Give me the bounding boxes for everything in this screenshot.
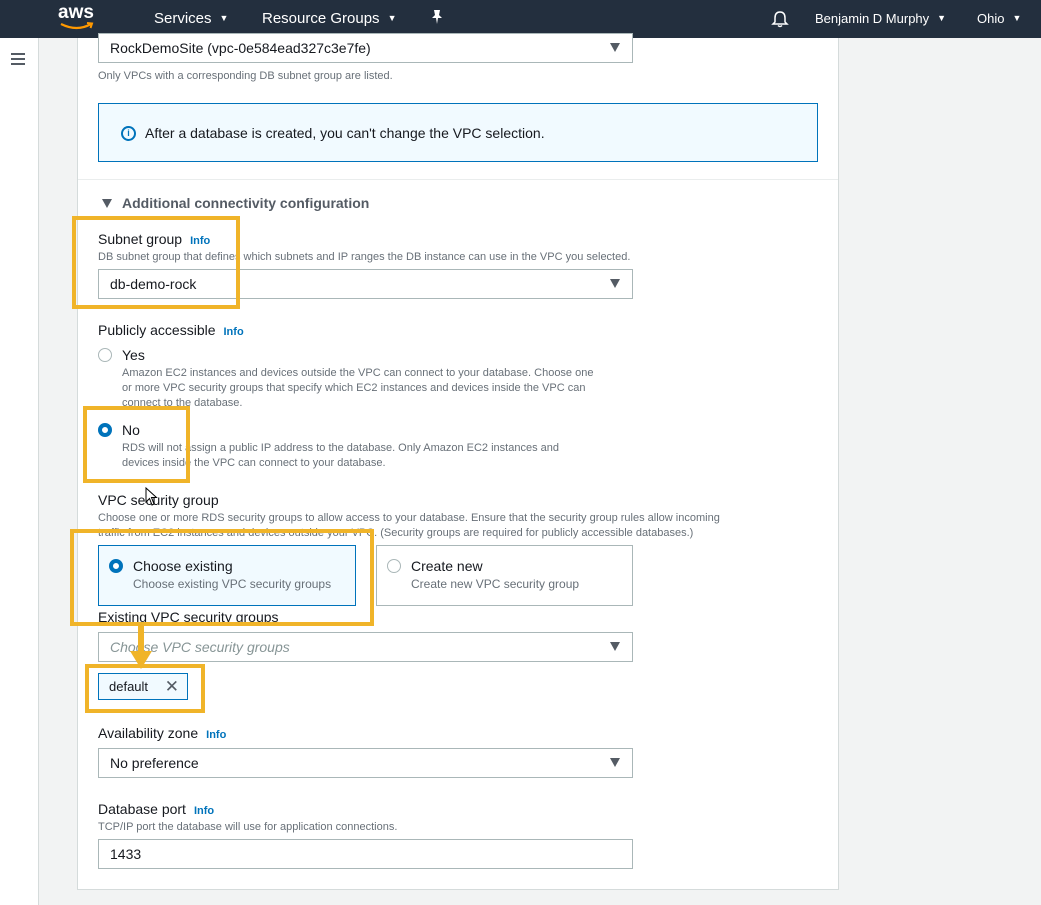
chevron-down-icon: ▼ xyxy=(937,13,947,23)
aws-smile-icon xyxy=(60,22,94,30)
availability-zone-value: No preference xyxy=(110,755,199,771)
database-port-value: 1433 xyxy=(110,846,142,862)
section-divider xyxy=(78,179,838,180)
vpc-select-value: RockDemoSite (vpc-0e584ead327c3e7fe) xyxy=(110,40,371,56)
subnet-group-info-link[interactable]: Info xyxy=(190,235,210,247)
info-circle-icon: i xyxy=(121,126,136,141)
public-yes-desc-line-3: connect to the database. xyxy=(122,397,243,409)
choose-existing-radio[interactable] xyxy=(109,559,123,573)
database-port-input[interactable]: 1433 xyxy=(98,839,633,869)
close-icon[interactable]: ✕ xyxy=(165,677,179,697)
vpc-help-text: Only VPCs with a corresponding DB subnet… xyxy=(98,70,393,82)
user-name: Benjamin D Murphy xyxy=(815,11,930,26)
aws-logo[interactable]: aws xyxy=(58,2,104,33)
choose-existing-title: Choose existing xyxy=(133,558,233,574)
vpc-security-group-help-line-2: traffic from EC2 instances and devices o… xyxy=(98,527,694,539)
availability-zone-label: Availability zone Info xyxy=(98,725,226,741)
public-yes-radio[interactable] xyxy=(98,348,112,362)
publicly-accessible-info-link[interactable]: Info xyxy=(224,326,244,338)
mouse-cursor-icon xyxy=(145,487,158,506)
database-port-info-link[interactable]: Info xyxy=(194,805,214,817)
arrow-down-icon xyxy=(130,625,152,669)
public-yes-label[interactable]: Yes xyxy=(122,347,145,363)
side-navigation-strip xyxy=(0,38,39,905)
caret-down-icon xyxy=(610,642,620,651)
vpc-info-text: After a database is created, you can't c… xyxy=(145,125,545,141)
public-yes-desc-line-1: Amazon EC2 instances and devices outside… xyxy=(122,367,594,379)
caret-down-icon xyxy=(610,279,620,288)
vpc-security-group-help: Choose one or more RDS security groups t… xyxy=(98,511,720,541)
chevron-down-icon: ▼ xyxy=(387,13,397,23)
public-yes-desc-line-2: or more VPC security groups that specify… xyxy=(122,382,586,394)
services-menu[interactable]: Services ▼ xyxy=(154,10,228,27)
public-no-label[interactable]: No xyxy=(122,422,140,438)
chevron-down-icon: ▼ xyxy=(219,13,229,23)
existing-security-groups-label: Existing VPC security groups xyxy=(98,609,279,625)
availability-zone-select[interactable]: No preference xyxy=(98,748,633,778)
services-label: Services xyxy=(154,10,212,27)
caret-down-icon xyxy=(610,758,620,767)
public-no-radio[interactable] xyxy=(98,423,112,437)
subnet-group-value: db-demo-rock xyxy=(110,276,197,292)
create-new-desc: Create new VPC security group xyxy=(411,577,580,591)
chevron-down-icon: ▼ xyxy=(1012,13,1022,23)
public-yes-description: Amazon EC2 instances and devices outside… xyxy=(122,366,593,411)
vpc-info-alert: i After a database is created, you can't… xyxy=(98,103,818,162)
create-new-radio[interactable] xyxy=(387,559,401,573)
security-group-token-label: default xyxy=(109,679,149,694)
choose-existing-tile[interactable]: Choose existing Choose existing VPC secu… xyxy=(98,545,356,606)
resource-groups-menu[interactable]: Resource Groups ▼ xyxy=(262,10,396,27)
bell-icon[interactable] xyxy=(771,10,789,32)
security-groups-multiselect[interactable]: Choose VPC security groups xyxy=(98,632,633,662)
hamburger-menu-icon[interactable] xyxy=(11,53,25,65)
database-port-label-text: Database port xyxy=(98,801,186,817)
subnet-group-label: Subnet group Info xyxy=(98,231,210,247)
create-new-title: Create new xyxy=(411,558,483,574)
pin-icon[interactable] xyxy=(430,9,444,29)
subnet-group-select[interactable]: db-demo-rock xyxy=(98,269,633,299)
vpc-select[interactable]: RockDemoSite (vpc-0e584ead327c3e7fe) xyxy=(98,33,633,63)
caret-down-icon xyxy=(102,199,112,208)
publicly-accessible-label: Publicly accessible Info xyxy=(98,322,244,338)
subnet-group-help-text: DB subnet group that defines which subne… xyxy=(98,251,631,263)
region-menu[interactable]: Ohio ▼ xyxy=(977,11,1021,26)
caret-down-icon xyxy=(610,43,620,52)
publicly-accessible-label-text: Publicly accessible xyxy=(98,322,216,338)
additional-connectivity-toggle[interactable]: Additional connectivity configuration xyxy=(102,195,369,211)
availability-zone-label-text: Availability zone xyxy=(98,725,199,741)
aws-logo-text: aws xyxy=(58,2,94,23)
additional-connectivity-heading: Additional connectivity configuration xyxy=(122,195,370,211)
subnet-group-label-text: Subnet group xyxy=(98,231,183,247)
security-group-token: default ✕ xyxy=(98,673,188,700)
choose-existing-desc: Choose existing VPC security groups xyxy=(133,577,332,591)
user-menu[interactable]: Benjamin D Murphy ▼ xyxy=(815,11,946,26)
database-port-help: TCP/IP port the database will use for ap… xyxy=(98,821,398,833)
database-port-label: Database port Info xyxy=(98,801,214,817)
public-no-description: RDS will not assign a public IP address … xyxy=(122,441,559,471)
public-no-desc-line-2: devices inside the VPC can connect to yo… xyxy=(122,457,386,469)
public-no-desc-line-1: RDS will not assign a public IP address … xyxy=(122,442,559,454)
availability-zone-info-link[interactable]: Info xyxy=(206,729,226,741)
create-new-tile[interactable]: Create new Create new VPC security group xyxy=(376,545,633,606)
region-name: Ohio xyxy=(977,11,1005,26)
vpc-security-group-help-line-1: Choose one or more RDS security groups t… xyxy=(98,512,720,524)
resource-groups-label: Resource Groups xyxy=(262,10,380,27)
